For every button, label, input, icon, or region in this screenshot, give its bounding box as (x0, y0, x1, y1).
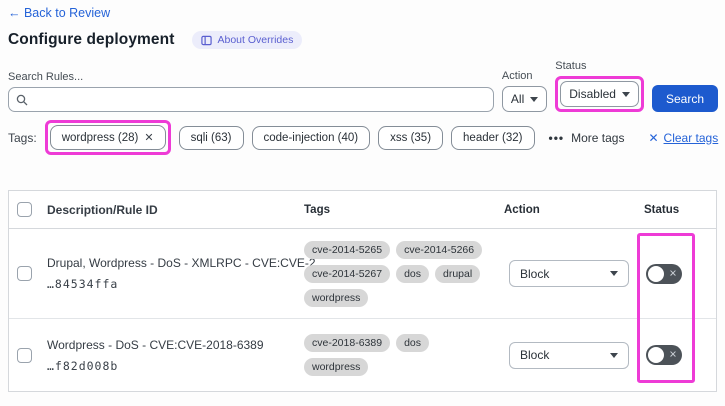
tag-filter-wordpress[interactable]: wordpress (28) ✕ (49, 125, 166, 150)
row-checkbox[interactable] (16, 266, 32, 281)
chevron-down-icon (621, 91, 630, 97)
tag-filter-xss[interactable]: xss (35) (378, 125, 444, 150)
search-icon (16, 94, 28, 105)
rule-tag-chip: wordpress (304, 288, 369, 307)
selected-tag-annotation: wordpress (28) ✕ (44, 120, 171, 155)
book-icon (201, 35, 213, 45)
action-select-value: Block (520, 348, 550, 362)
rule-description: Wordpress - DoS - CVE:CVE-2018-6389 (47, 337, 264, 352)
clear-tags-label: Clear tags (663, 130, 719, 145)
action-filter-value: All (510, 92, 525, 106)
search-button[interactable]: Search (651, 85, 718, 112)
filters-bar: Search Rules... Action All Status Disabl… (8, 60, 718, 112)
header-action: Action (504, 203, 540, 216)
tag-label: wordpress (28) (61, 131, 139, 144)
rule-tag-chip: cve-2014-5265 (304, 240, 391, 259)
chevron-down-icon (610, 271, 618, 276)
rule-tags: cve-2018-6389 dos wordpress (304, 334, 496, 376)
rule-tag-chip: drupal (435, 264, 481, 283)
rules-table: Description/Rule ID Tags Action Status D… (8, 190, 717, 392)
more-tags-label: More tags (571, 130, 625, 145)
remove-tag-icon[interactable]: ✕ (144, 131, 153, 144)
action-select[interactable]: Block (509, 341, 629, 369)
action-select-value: Block (520, 266, 550, 281)
chevron-down-icon (610, 352, 618, 358)
status-filter-value: Disabled (569, 87, 616, 101)
search-input-box (8, 87, 494, 112)
configure-deployment-page: ← Back to Review Configure deployment Ab… (0, 0, 725, 406)
about-overrides-badge[interactable]: About Overrides (192, 31, 303, 49)
header-description: Description/Rule ID (47, 202, 158, 217)
action-filter-label: Action (501, 70, 533, 82)
toggle-knob (648, 347, 664, 363)
rule-tags: cve-2014-5265 cve-2014-5266 cve-2014-526… (304, 240, 496, 307)
page-title: Configure deployment (8, 31, 175, 48)
toggle-off-icon: ✕ (669, 349, 677, 361)
toggle-knob (648, 265, 664, 282)
select-all-checkbox[interactable] (16, 202, 32, 217)
action-filter-dropdown[interactable]: All (501, 86, 548, 112)
tags-label: Tags: (8, 130, 37, 145)
search-rules-group: Search Rules... (8, 71, 494, 112)
back-to-review-link[interactable]: ← Back to Review (8, 6, 110, 20)
status-toggle[interactable]: ✕ (646, 345, 682, 365)
tag-filter-sqli[interactable]: sqli (63) (178, 125, 244, 150)
rule-description: Drupal, Wordpress - DoS - XMLRPC - CVE:C… (47, 256, 326, 270)
rule-tag-chip: cve-2018-6389 (304, 334, 391, 352)
tag-filter-header[interactable]: header (32) (451, 125, 535, 150)
rule-id: …f82d008b (47, 358, 119, 373)
more-tags-button[interactable]: ••• More tags (549, 131, 625, 145)
clear-tags-button[interactable]: ✕ Clear tags (648, 131, 718, 145)
search-rules-label: Search Rules... (8, 71, 84, 83)
table-header-row: Description/Rule ID Tags Action Status (9, 191, 716, 229)
chevron-down-icon (530, 96, 539, 102)
ellipsis-icon: ••• (548, 130, 565, 145)
status-filter-label: Status (555, 60, 587, 72)
heading-row: Configure deployment About Overrides (8, 31, 303, 49)
about-overrides-label: About Overrides (217, 34, 294, 46)
clear-x-icon: ✕ (648, 130, 659, 145)
action-filter-group: Action All (501, 70, 548, 112)
table-row: Wordpress - DoS - CVE:CVE-2018-6389 …f82… (9, 319, 716, 391)
status-filter-annotation: Disabled (555, 76, 644, 112)
status-toggle[interactable]: ✕ (646, 263, 682, 284)
rule-tag-chip: wordpress (304, 358, 369, 376)
table-row: Drupal, Wordpress - DoS - XMLRPC - CVE:C… (9, 229, 716, 319)
tags-bar: Tags: wordpress (28) ✕ sqli (63) code-in… (8, 120, 718, 155)
search-rules-input[interactable] (33, 92, 486, 107)
rule-tag-chip: cve-2014-5267 (304, 264, 391, 283)
tag-filter-code-injection[interactable]: code-injection (40) (251, 125, 371, 150)
header-status: Status (644, 203, 680, 216)
header-tags: Tags (304, 203, 330, 216)
status-filter-group: Status Disabled (555, 60, 644, 112)
status-filter-dropdown[interactable]: Disabled (560, 81, 639, 107)
rule-tag-chip: dos (396, 264, 429, 283)
toggle-off-icon: ✕ (669, 267, 677, 279)
rule-id: …84534ffa (47, 277, 119, 291)
rule-tag-chip: cve-2014-5266 (396, 240, 483, 259)
action-select[interactable]: Block (509, 260, 629, 287)
rule-tag-chip: dos (396, 334, 429, 352)
row-checkbox[interactable] (16, 347, 32, 363)
